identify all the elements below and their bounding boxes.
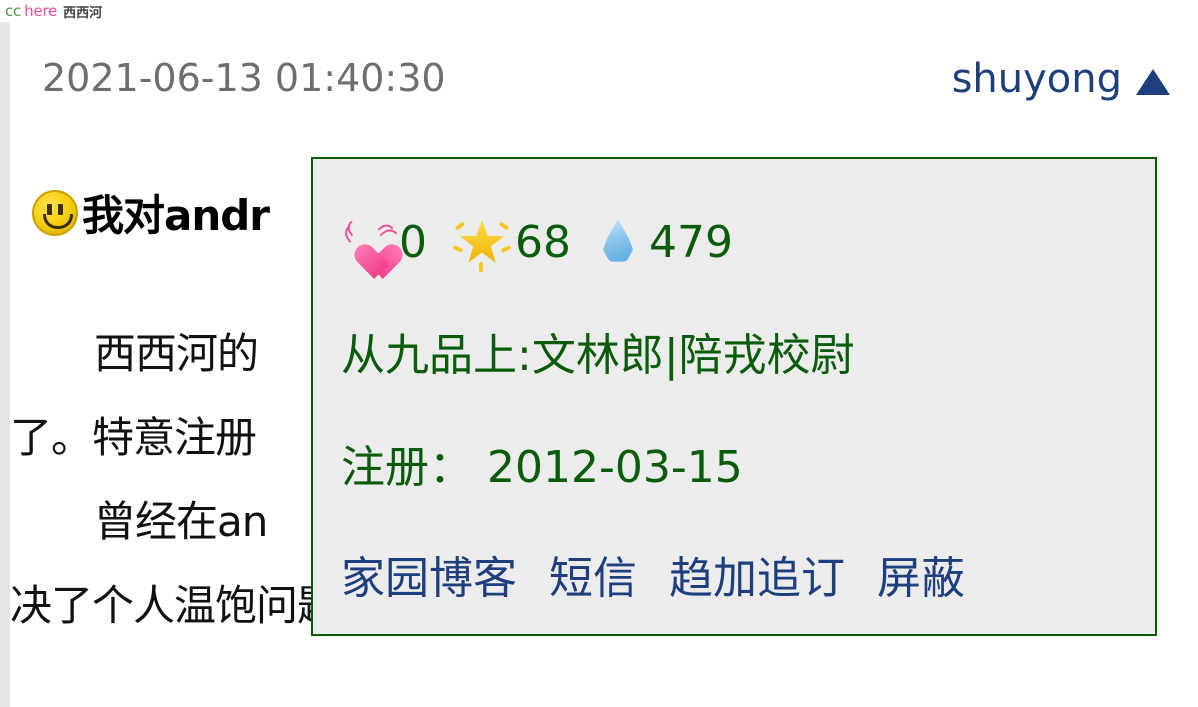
stat-drops-value: 479 — [649, 216, 733, 268]
stat-flowers-value: 0 — [399, 216, 427, 268]
post-author-group[interactable]: shuyong — [952, 56, 1170, 102]
stat-drops: 479 — [597, 215, 733, 269]
link-block[interactable]: 屏蔽 — [877, 542, 965, 606]
user-register-text: 注册： 2012-03-15 — [341, 442, 743, 493]
post-timestamp: 2021-06-13 01:40:30 — [42, 56, 446, 100]
triangle-up-icon[interactable] — [1136, 69, 1170, 95]
link-subscribe[interactable]: 趋加追订 — [669, 542, 845, 606]
droplet-icon — [597, 215, 637, 269]
post-title[interactable]: 我对andr — [82, 182, 270, 243]
post-author-link[interactable]: shuyong — [952, 56, 1122, 102]
logo-cc-text[interactable]: cc — [5, 2, 21, 20]
link-message[interactable]: 短信 — [549, 542, 637, 606]
logo-chinese-text[interactable]: 西西河 — [63, 2, 102, 21]
link-home-blog[interactable]: 家园博客 — [341, 542, 517, 606]
glowing-star-icon — [452, 214, 512, 272]
stat-flowers: 0 — [341, 216, 427, 268]
smiley-icon — [32, 189, 78, 236]
site-header: cc here 西西河 — [0, 0, 1198, 22]
stat-stars-value: 68 — [515, 216, 571, 268]
user-info-popup: 0 68 479 从九品上:文林郎|陪戎校尉 注册： 2012-03-15 家园… — [311, 157, 1157, 636]
user-rank-text: 从九品上:文林郎|陪戎校尉 — [341, 330, 855, 381]
stat-stars: 68 — [452, 214, 571, 272]
post-meta-row: 2021-06-13 01:40:30 shuyong — [10, 56, 1198, 116]
post-title-row[interactable]: 我对andr — [32, 182, 270, 243]
thread-indent-bar — [0, 22, 10, 707]
user-card-actions: 家园博客 短信 趋加追订 屏蔽 — [341, 542, 965, 606]
logo-here-text[interactable]: here — [24, 2, 57, 20]
beating-heart-icon — [341, 216, 398, 268]
user-stats-row: 0 68 479 — [341, 214, 759, 272]
